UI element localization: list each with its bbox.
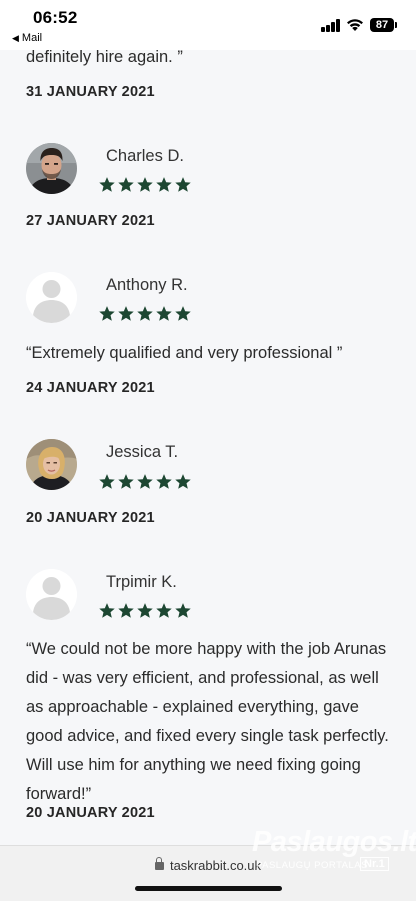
star-icon	[137, 474, 153, 489]
star-rating	[98, 473, 192, 491]
star-icon	[156, 177, 172, 192]
reviews-list[interactable]: definitely hire again. ” 31 JANUARY 2021…	[0, 0, 416, 845]
review-text: “Extremely qualified and very profession…	[26, 344, 343, 362]
avatar-photo-icon	[26, 439, 77, 490]
reviewer-name: Anthony R.	[106, 276, 188, 294]
star-icon	[156, 306, 172, 321]
default-user-icon	[26, 272, 77, 323]
review-date: 20 JANUARY 2021	[26, 510, 155, 526]
review-date: 31 JANUARY 2021	[26, 84, 155, 100]
reviewer-name: Trpimir K.	[106, 573, 177, 591]
star-rating	[98, 602, 192, 620]
battery-cap	[395, 22, 397, 28]
reviewer-name: Charles D.	[106, 147, 184, 165]
status-bar: 06:52 ◀ Mail 87	[0, 0, 416, 50]
star-icon	[156, 474, 172, 489]
review-date: 24 JANUARY 2021	[26, 380, 155, 396]
star-icon	[137, 306, 153, 321]
star-icon	[175, 603, 191, 618]
star-rating	[98, 176, 192, 194]
star-icon	[118, 306, 134, 321]
default-user-icon	[26, 569, 77, 620]
reviewer-name: Jessica T.	[106, 443, 179, 461]
star-icon	[156, 603, 172, 618]
battery-icon: 87	[370, 18, 394, 32]
star-icon	[99, 306, 115, 321]
star-icon	[99, 474, 115, 489]
watermark-logo: Paslaugos.lt PASLAUGŲ PORTALAS Nr.1	[250, 826, 416, 876]
wifi-icon	[347, 19, 363, 31]
cellular-signal-icon	[321, 19, 341, 32]
home-indicator[interactable]	[135, 886, 282, 891]
star-icon	[99, 603, 115, 618]
star-icon	[118, 177, 134, 192]
review-date: 27 JANUARY 2021	[26, 213, 155, 229]
watermark-badge: Nr.1	[360, 857, 389, 871]
back-to-mail-link[interactable]: ◀ Mail	[12, 32, 42, 44]
star-icon	[118, 474, 134, 489]
lock-icon	[154, 857, 164, 870]
avatar-photo-icon	[26, 143, 77, 194]
star-icon	[99, 177, 115, 192]
back-arrow-icon: ◀	[12, 33, 19, 43]
star-rating	[98, 305, 192, 323]
avatar	[26, 569, 77, 620]
avatar	[26, 143, 77, 194]
avatar	[26, 439, 77, 490]
star-icon	[137, 177, 153, 192]
star-icon	[175, 306, 191, 321]
star-icon	[118, 603, 134, 618]
avatar	[26, 272, 77, 323]
review-text: “We could not be more happy with the job…	[26, 640, 389, 803]
back-label: Mail	[21, 32, 43, 44]
watermark-subtitle: PASLAUGŲ PORTALAS	[256, 860, 368, 871]
star-icon	[137, 603, 153, 618]
star-icon	[175, 177, 191, 192]
review-date: 20 JANUARY 2021	[26, 805, 155, 821]
clock: 06:52	[33, 8, 78, 27]
watermark-title: Paslaugos.lt	[252, 826, 416, 858]
star-icon	[175, 474, 191, 489]
url-text: taskrabbit.co.uk	[169, 858, 262, 873]
